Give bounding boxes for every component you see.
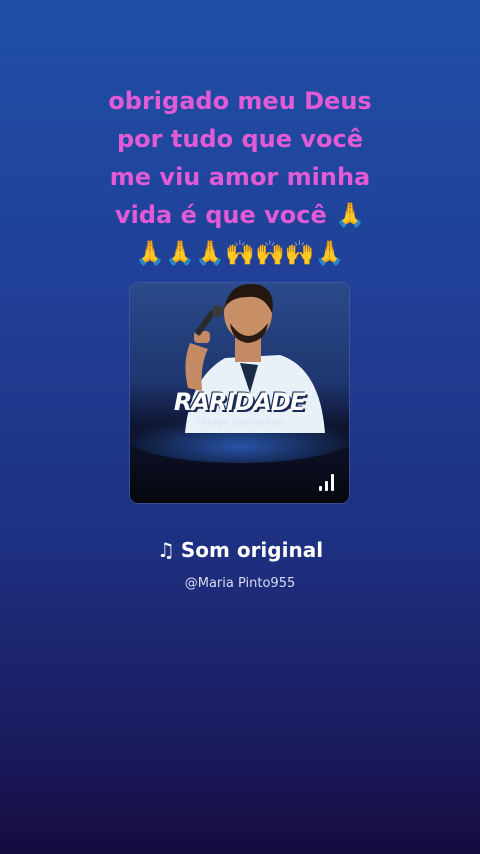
- sound-title: Som original: [180, 538, 324, 562]
- album-cover[interactable]: RARIDADE Thiago jhonathan: [130, 283, 349, 503]
- sound-title-link[interactable]: ♫ Som original: [0, 538, 480, 562]
- sound-author[interactable]: @Maria Pinto955: [0, 576, 480, 591]
- caption-line: obrigado meu Deus: [108, 87, 372, 115]
- post-caption: obrigado meu Deus por tudo que você me v…: [0, 82, 480, 272]
- music-note-icon: ♫: [156, 538, 175, 562]
- caption-line: por tudo que você: [117, 125, 363, 153]
- album-artist: Thiago jhonathan: [195, 418, 284, 428]
- audio-bars-icon: [319, 473, 335, 491]
- caption-line: 🙏🙏🙏🙌🙌🙌🙏: [135, 239, 345, 267]
- caption-line: me viu amor minha: [109, 163, 371, 191]
- album-title: RARIDADE: [173, 388, 306, 416]
- caption-line: vida é que você 🙏: [114, 201, 365, 229]
